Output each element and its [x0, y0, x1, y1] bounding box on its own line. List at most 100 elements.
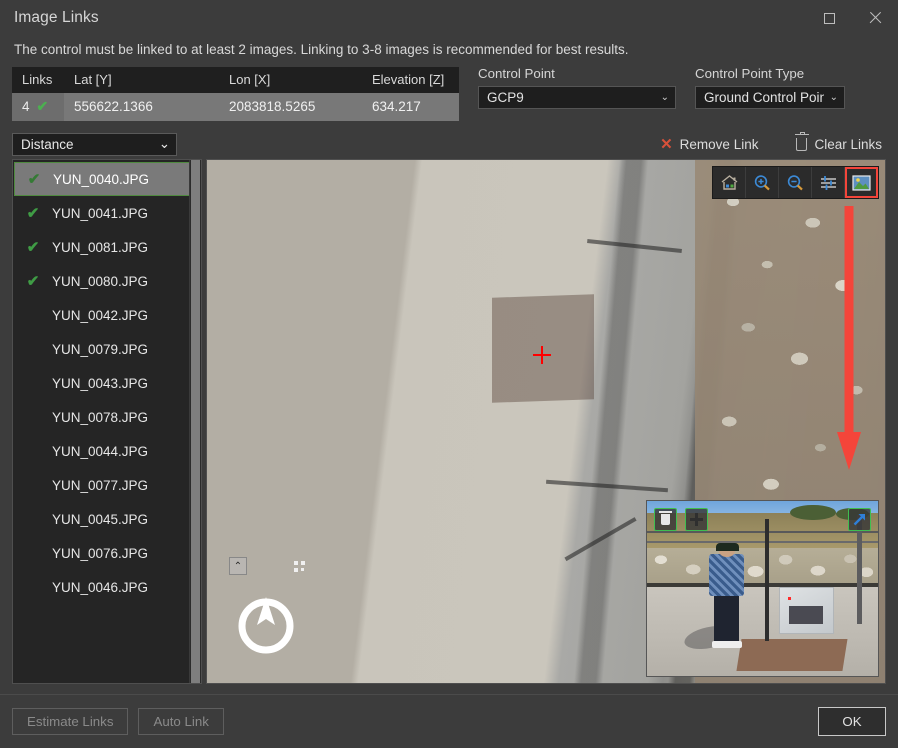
chevron-down-icon: ⌄ — [830, 93, 838, 103]
grid-dots-icon[interactable] — [294, 561, 306, 573]
remove-link-label: Remove Link — [680, 137, 759, 152]
list-item[interactable]: YUN_0045.JPG — [14, 502, 200, 536]
list-item-label: YUN_0044.JPG — [52, 444, 148, 459]
list-item-label: YUN_0080.JPG — [52, 274, 148, 289]
list-item[interactable]: YUN_0079.JPG — [14, 332, 200, 366]
control-point-type-value: Ground Control Point — [704, 90, 824, 105]
column-header-links: Links — [12, 67, 64, 93]
cell-links-count: 4✔ — [12, 93, 64, 121]
image-links-dialog: Image Links The control must be linked t… — [0, 0, 898, 748]
collapse-panel-button[interactable]: ⌃ — [229, 557, 247, 575]
photo-rock-wall — [647, 548, 878, 587]
zoom-out-button[interactable] — [779, 167, 812, 198]
trash-icon — [661, 514, 670, 525]
list-item-label: YUN_0078.JPG — [52, 410, 148, 425]
column-header-elevation: Elevation [Z] — [362, 67, 459, 93]
links-table: Links Lat [Y] Lon [X] Elevation [Z] 4✔ 5… — [12, 67, 459, 121]
clear-links-button[interactable]: Clear Links — [792, 135, 886, 154]
photo-person-body — [709, 554, 744, 596]
cell-lat: 556622.1366 — [64, 93, 219, 121]
trash-icon — [796, 138, 807, 151]
sort-value: Distance — [21, 137, 159, 152]
list-item[interactable]: ✔YUN_0040.JPG — [14, 162, 200, 196]
list-item[interactable]: YUN_0076.JPG — [14, 536, 200, 570]
photo-inset-target — [779, 587, 834, 634]
list-item[interactable]: ✔YUN_0080.JPG — [14, 264, 200, 298]
list-item-label: YUN_0081.JPG — [52, 240, 148, 255]
list-item[interactable]: YUN_0077.JPG — [14, 468, 200, 502]
list-item[interactable]: YUN_0042.JPG — [14, 298, 200, 332]
zoom-in-button[interactable] — [746, 167, 779, 198]
annotation-arrow-icon — [836, 206, 862, 471]
auto-link-button[interactable]: Auto Link — [138, 708, 223, 735]
column-header-lat: Lat [Y] — [64, 67, 219, 93]
thumbnail-add-button[interactable] — [685, 508, 708, 531]
control-point-group: Control Point GCP9 ⌄ — [478, 67, 676, 109]
check-icon: ✔ — [14, 274, 52, 289]
crosshair-marker[interactable] — [533, 346, 551, 364]
list-scrollbar[interactable] — [189, 160, 201, 683]
image-toggle-button[interactable] — [845, 167, 878, 198]
table-row[interactable]: 4✔ 556622.1366 2083818.5265 634.217 — [12, 93, 459, 121]
control-point-select[interactable]: GCP9 ⌄ — [478, 86, 676, 109]
thumbnail-photo — [647, 501, 878, 676]
footer: Estimate Links Auto Link OK — [0, 694, 898, 748]
zoom-in-icon — [753, 174, 772, 192]
list-item-label: YUN_0042.JPG — [52, 308, 148, 323]
compass-north-icon[interactable] — [235, 593, 297, 655]
action-row: Distance ⌄ ✕ Remove Link Clear Links — [0, 129, 898, 159]
photo-inset-marker — [788, 597, 791, 600]
clear-links-label: Clear Links — [814, 137, 882, 152]
cell-elevation: 634.217 — [362, 93, 459, 121]
upper-region: Links Lat [Y] Lon [X] Elevation [Z] 4✔ 5… — [0, 67, 898, 129]
photo-grate — [737, 639, 848, 671]
close-button[interactable] — [852, 0, 898, 36]
cell-lon: 2083818.5265 — [219, 93, 362, 121]
estimate-links-button[interactable]: Estimate Links — [12, 708, 128, 735]
remove-link-button[interactable]: ✕ Remove Link — [656, 135, 762, 154]
control-point-type-label: Control Point Type — [695, 67, 845, 81]
photo-fence-rail — [647, 531, 878, 533]
grid-dot — [301, 561, 305, 565]
list-item-label: YUN_0079.JPG — [52, 342, 148, 357]
photo-fence-rail — [647, 541, 878, 543]
list-item[interactable]: ✔YUN_0081.JPG — [14, 230, 200, 264]
list-item[interactable]: YUN_0046.JPG — [14, 570, 200, 604]
close-icon: ✕ — [660, 137, 673, 152]
column-header-lon: Lon [X] — [219, 67, 362, 93]
viewer-toolbar — [712, 166, 879, 199]
list-item[interactable]: YUN_0043.JPG — [14, 366, 200, 400]
grid-dot — [301, 568, 304, 571]
thumbnail-delete-button[interactable] — [654, 508, 677, 531]
home-icon — [720, 174, 739, 191]
page-title: Image Links — [14, 9, 99, 27]
maximize-button[interactable] — [806, 0, 852, 36]
list-item[interactable]: YUN_0078.JPG — [14, 400, 200, 434]
photo-fence-post — [857, 515, 862, 624]
sort-select[interactable]: Distance ⌄ — [12, 133, 177, 156]
check-icon: ✔ — [15, 172, 53, 187]
control-point-type-select[interactable]: Ground Control Point ⌄ — [695, 86, 845, 109]
body-area: ✔YUN_0040.JPG✔YUN_0041.JPG✔YUN_0081.JPG✔… — [0, 159, 898, 684]
chevron-up-icon: ⌃ — [234, 561, 242, 572]
thumbnail-preview[interactable] — [646, 500, 879, 677]
photo-person-legs — [714, 592, 739, 643]
list-item[interactable]: YUN_0044.JPG — [14, 434, 200, 468]
image-viewer[interactable]: ⌃ — [206, 159, 886, 684]
image-list: ✔YUN_0040.JPG✔YUN_0041.JPG✔YUN_0081.JPG✔… — [13, 160, 201, 604]
ok-button[interactable]: OK — [818, 707, 886, 736]
adjust-icon — [819, 174, 838, 192]
image-icon — [852, 175, 871, 191]
thumbnail-expand-button[interactable] — [848, 508, 871, 531]
adjust-button[interactable] — [812, 167, 845, 198]
list-item-label: YUN_0045.JPG — [52, 512, 148, 527]
photo-person-shoes — [712, 641, 742, 648]
control-point-type-group: Control Point Type Ground Control Point … — [695, 67, 845, 109]
zoom-out-icon — [786, 174, 805, 192]
chevron-down-icon: ⌄ — [159, 136, 170, 152]
title-bar: Image Links — [0, 0, 898, 36]
list-scroll-thumb[interactable] — [191, 160, 200, 683]
list-item-label: YUN_0077.JPG — [52, 478, 148, 493]
list-item[interactable]: ✔YUN_0041.JPG — [14, 196, 200, 230]
home-button[interactable] — [713, 167, 746, 198]
